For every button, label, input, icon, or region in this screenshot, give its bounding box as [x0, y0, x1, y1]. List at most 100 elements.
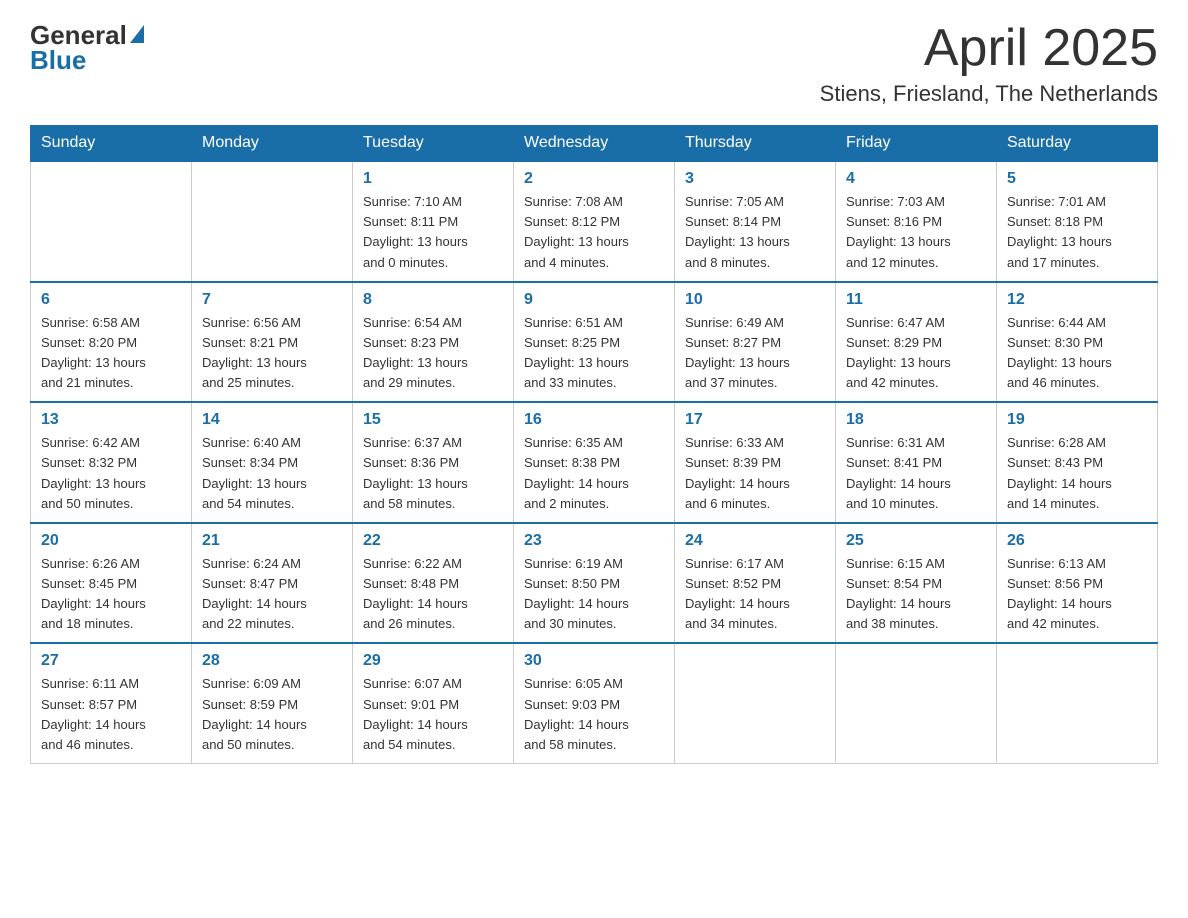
day-number: 8 — [363, 291, 503, 309]
day-info: Sunrise: 6:37 AM Sunset: 8:36 PM Dayligh… — [363, 433, 503, 514]
day-info: Sunrise: 6:09 AM Sunset: 8:59 PM Dayligh… — [202, 674, 342, 755]
day-number: 9 — [524, 291, 664, 309]
day-info: Sunrise: 6:13 AM Sunset: 8:56 PM Dayligh… — [1007, 554, 1147, 635]
day-number: 28 — [202, 652, 342, 670]
calendar-cell: 23 Sunrise: 6:19 AM Sunset: 8:50 PM Dayli… — [514, 523, 675, 644]
calendar-table: SundayMondayTuesdayWednesdayThursdayFrid… — [30, 125, 1158, 764]
day-number: 29 — [363, 652, 503, 670]
day-number: 15 — [363, 411, 503, 429]
calendar-cell: 4Sunrise: 7:03 AM Sunset: 8:16 PM Daylig… — [836, 161, 997, 282]
calendar-cell: 11Sunrise: 6:47 AM Sunset: 8:29 PM Dayli… — [836, 282, 997, 403]
day-info: Sunrise: 7:01 AM Sunset: 8:18 PM Dayligh… — [1007, 192, 1147, 273]
calendar-cell: 26 Sunrise: 6:13 AM Sunset: 8:56 PM Dayli… — [997, 523, 1158, 644]
day-number: 24 — [685, 532, 825, 550]
main-title: April 2025 — [820, 20, 1158, 77]
day-number: 19 — [1007, 411, 1147, 429]
day-info: Sunrise: 6:19 AM Sunset: 8:50 PM Dayligh… — [524, 554, 664, 635]
day-number: 4 — [846, 170, 986, 188]
calendar-cell: 21 Sunrise: 6:24 AM Sunset: 8:47 PM Dayli… — [192, 523, 353, 644]
calendar-cell: 6 Sunrise: 6:58 AM Sunset: 8:20 PM Daylig… — [31, 282, 192, 403]
calendar-cell: 15 Sunrise: 6:37 AM Sunset: 8:36 PM Dayli… — [353, 402, 514, 523]
calendar-cell: 14 Sunrise: 6:40 AM Sunset: 8:34 PM Dayli… — [192, 402, 353, 523]
subtitle: Stiens, Friesland, The Netherlands — [820, 81, 1158, 107]
day-info: Sunrise: 6:17 AM Sunset: 8:52 PM Dayligh… — [685, 554, 825, 635]
calendar-cell — [192, 161, 353, 282]
calendar-cell — [675, 643, 836, 763]
day-info: Sunrise: 6:24 AM Sunset: 8:47 PM Dayligh… — [202, 554, 342, 635]
day-info: Sunrise: 7:10 AM Sunset: 8:11 PM Dayligh… — [363, 192, 503, 273]
day-info: Sunrise: 6:44 AM Sunset: 8:30 PM Dayligh… — [1007, 313, 1147, 394]
day-number: 1 — [363, 170, 503, 188]
calendar-cell: 17Sunrise: 6:33 AM Sunset: 8:39 PM Dayli… — [675, 402, 836, 523]
day-info: Sunrise: 6:51 AM Sunset: 8:25 PM Dayligh… — [524, 313, 664, 394]
calendar-cell: 20 Sunrise: 6:26 AM Sunset: 8:45 PM Dayli… — [31, 523, 192, 644]
day-number: 2 — [524, 170, 664, 188]
logo: General Blue — [30, 20, 144, 76]
calendar-cell: 5Sunrise: 7:01 AM Sunset: 8:18 PM Daylig… — [997, 161, 1158, 282]
calendar-cell: 27 Sunrise: 6:11 AM Sunset: 8:57 PM Dayli… — [31, 643, 192, 763]
day-number: 16 — [524, 411, 664, 429]
day-info: Sunrise: 7:08 AM Sunset: 8:12 PM Dayligh… — [524, 192, 664, 273]
day-number: 10 — [685, 291, 825, 309]
day-number: 23 — [524, 532, 664, 550]
day-number: 14 — [202, 411, 342, 429]
day-info: Sunrise: 6:05 AM Sunset: 9:03 PM Dayligh… — [524, 674, 664, 755]
day-info: Sunrise: 6:26 AM Sunset: 8:45 PM Dayligh… — [41, 554, 181, 635]
page-header: General Blue April 2025 Stiens, Frieslan… — [30, 20, 1158, 107]
day-number: 25 — [846, 532, 986, 550]
calendar-header-monday: Monday — [192, 126, 353, 162]
calendar-header-saturday: Saturday — [997, 126, 1158, 162]
calendar-cell: 16 Sunrise: 6:35 AM Sunset: 8:38 PM Dayli… — [514, 402, 675, 523]
title-section: April 2025 Stiens, Friesland, The Nether… — [820, 20, 1158, 107]
calendar-week-row: 1 Sunrise: 7:10 AM Sunset: 8:11 PM Daylig… — [31, 161, 1158, 282]
day-number: 21 — [202, 532, 342, 550]
day-number: 18 — [846, 411, 986, 429]
calendar-cell: 7Sunrise: 6:56 AM Sunset: 8:21 PM Daylig… — [192, 282, 353, 403]
calendar-week-row: 13 Sunrise: 6:42 AM Sunset: 8:32 PM Dayli… — [31, 402, 1158, 523]
day-number: 7 — [202, 291, 342, 309]
day-info: Sunrise: 7:05 AM Sunset: 8:14 PM Dayligh… — [685, 192, 825, 273]
calendar-cell: 29 Sunrise: 6:07 AM Sunset: 9:01 PM Dayli… — [353, 643, 514, 763]
day-number: 13 — [41, 411, 181, 429]
calendar-cell: 22Sunrise: 6:22 AM Sunset: 8:48 PM Dayli… — [353, 523, 514, 644]
calendar-cell: 1 Sunrise: 7:10 AM Sunset: 8:11 PM Daylig… — [353, 161, 514, 282]
day-number: 6 — [41, 291, 181, 309]
logo-triangle-icon — [130, 25, 144, 43]
calendar-cell: 8 Sunrise: 6:54 AM Sunset: 8:23 PM Daylig… — [353, 282, 514, 403]
calendar-cell: 9 Sunrise: 6:51 AM Sunset: 8:25 PM Daylig… — [514, 282, 675, 403]
calendar-cell: 25 Sunrise: 6:15 AM Sunset: 8:54 PM Dayli… — [836, 523, 997, 644]
day-info: Sunrise: 6:58 AM Sunset: 8:20 PM Dayligh… — [41, 313, 181, 394]
day-info: Sunrise: 6:31 AM Sunset: 8:41 PM Dayligh… — [846, 433, 986, 514]
calendar-cell: 13 Sunrise: 6:42 AM Sunset: 8:32 PM Dayli… — [31, 402, 192, 523]
calendar-header-row: SundayMondayTuesdayWednesdayThursdayFrid… — [31, 126, 1158, 162]
calendar-header-wednesday: Wednesday — [514, 126, 675, 162]
day-number: 20 — [41, 532, 181, 550]
calendar-cell: 12 Sunrise: 6:44 AM Sunset: 8:30 PM Dayli… — [997, 282, 1158, 403]
calendar-header-sunday: Sunday — [31, 126, 192, 162]
calendar-cell: 19Sunrise: 6:28 AM Sunset: 8:43 PM Dayli… — [997, 402, 1158, 523]
calendar-cell: 28 Sunrise: 6:09 AM Sunset: 8:59 PM Dayli… — [192, 643, 353, 763]
day-info: Sunrise: 6:40 AM Sunset: 8:34 PM Dayligh… — [202, 433, 342, 514]
day-number: 3 — [685, 170, 825, 188]
calendar-week-row: 27 Sunrise: 6:11 AM Sunset: 8:57 PM Dayli… — [31, 643, 1158, 763]
day-number: 12 — [1007, 291, 1147, 309]
calendar-cell: 3 Sunrise: 7:05 AM Sunset: 8:14 PM Daylig… — [675, 161, 836, 282]
day-info: Sunrise: 6:42 AM Sunset: 8:32 PM Dayligh… — [41, 433, 181, 514]
day-number: 27 — [41, 652, 181, 670]
logo-blue-text: Blue — [30, 45, 86, 76]
day-info: Sunrise: 6:54 AM Sunset: 8:23 PM Dayligh… — [363, 313, 503, 394]
day-info: Sunrise: 6:07 AM Sunset: 9:01 PM Dayligh… — [363, 674, 503, 755]
calendar-cell: 2 Sunrise: 7:08 AM Sunset: 8:12 PM Daylig… — [514, 161, 675, 282]
calendar-cell — [997, 643, 1158, 763]
calendar-cell — [31, 161, 192, 282]
day-info: Sunrise: 6:11 AM Sunset: 8:57 PM Dayligh… — [41, 674, 181, 755]
calendar-cell: 18 Sunrise: 6:31 AM Sunset: 8:41 PM Dayli… — [836, 402, 997, 523]
day-info: Sunrise: 6:35 AM Sunset: 8:38 PM Dayligh… — [524, 433, 664, 514]
calendar-header-thursday: Thursday — [675, 126, 836, 162]
calendar-week-row: 6 Sunrise: 6:58 AM Sunset: 8:20 PM Daylig… — [31, 282, 1158, 403]
calendar-cell: 24 Sunrise: 6:17 AM Sunset: 8:52 PM Dayli… — [675, 523, 836, 644]
day-number: 22 — [363, 532, 503, 550]
day-number: 26 — [1007, 532, 1147, 550]
day-info: Sunrise: 6:15 AM Sunset: 8:54 PM Dayligh… — [846, 554, 986, 635]
calendar-header-friday: Friday — [836, 126, 997, 162]
